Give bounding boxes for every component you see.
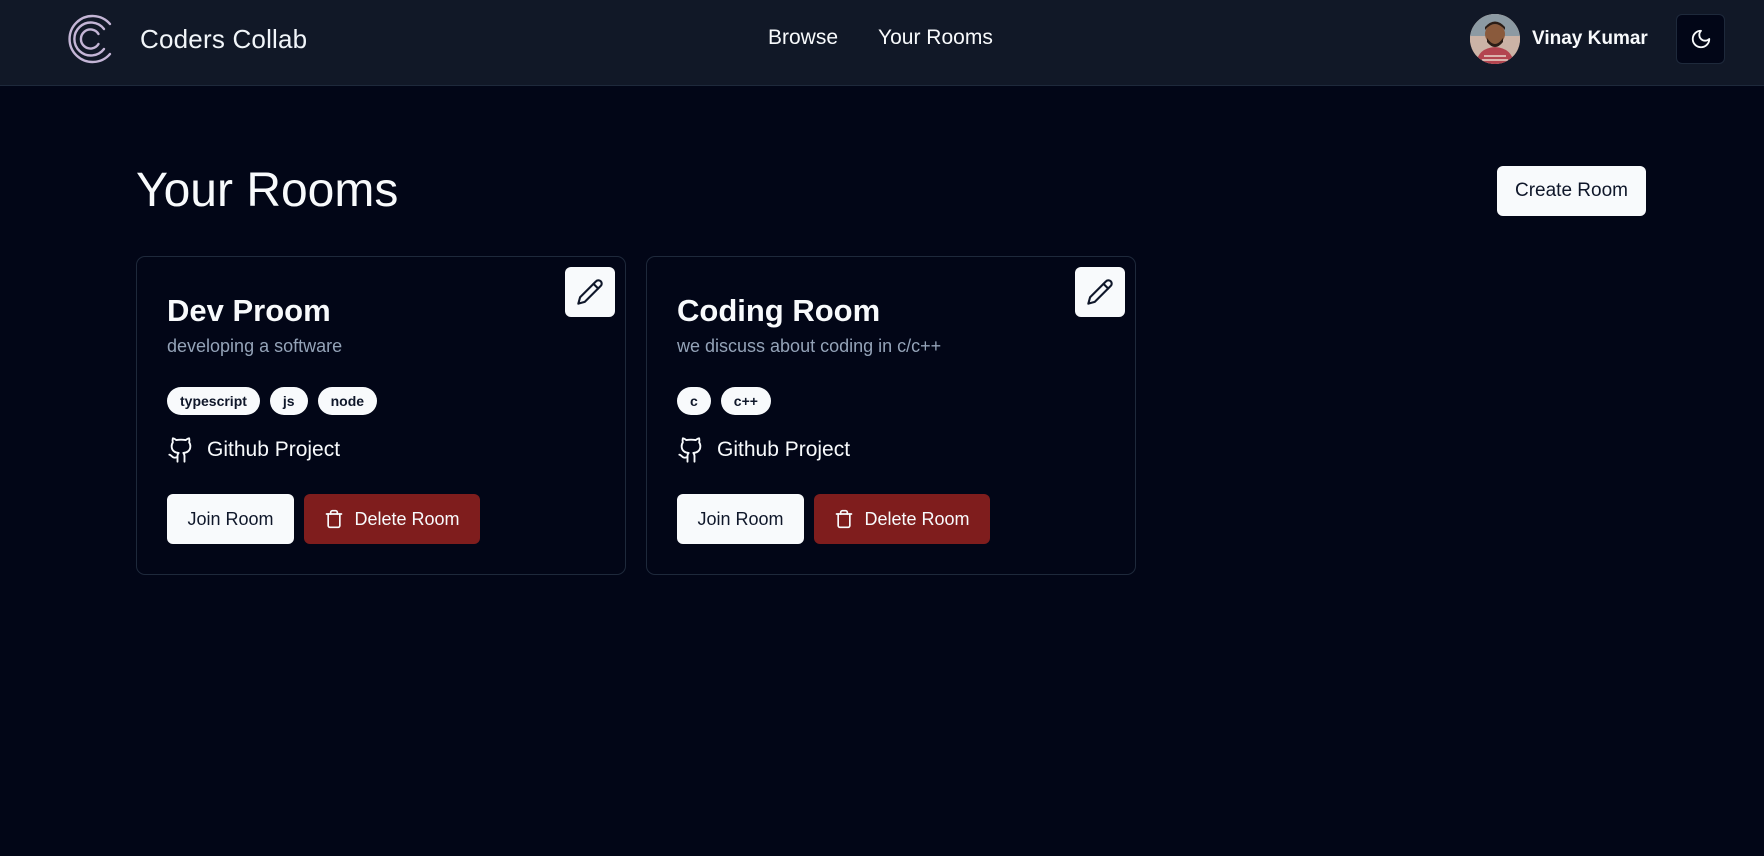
- room-title: Coding Room: [677, 293, 881, 328]
- github-icon: [168, 437, 192, 463]
- join-room-button[interactable]: Join Room: [677, 494, 804, 544]
- room-actions: Join Room Delete Room: [677, 494, 990, 544]
- room-actions: Join Room Delete Room: [167, 494, 480, 544]
- github-project-link[interactable]: Github Project: [677, 435, 850, 465]
- tag-list: c c++: [677, 387, 771, 415]
- delete-room-label: Delete Room: [864, 508, 970, 529]
- edit-room-button[interactable]: [1075, 267, 1125, 317]
- tag-badge[interactable]: c: [677, 387, 711, 415]
- tag-badge[interactable]: c++: [720, 387, 771, 415]
- navbar: Coders Collab Browse Your Rooms Vinay Ku…: [0, 0, 1764, 86]
- delete-room-button[interactable]: Delete Room: [814, 494, 990, 544]
- tag-badge[interactable]: typescript: [167, 387, 260, 415]
- room-title: Dev Proom: [167, 293, 331, 328]
- moon-icon: [1691, 29, 1710, 49]
- tag-badge[interactable]: js: [269, 387, 308, 415]
- create-room-button[interactable]: Create Room: [1497, 166, 1646, 216]
- pencil-icon: [1087, 279, 1113, 305]
- join-room-button[interactable]: Join Room: [167, 494, 294, 544]
- room-description: developing a software: [167, 336, 343, 356]
- user-menu[interactable]: Vinay Kumar: [1470, 14, 1648, 64]
- user-name: Vinay Kumar: [1532, 28, 1648, 49]
- room-card: Coding Room we discuss about coding in c…: [646, 256, 1136, 575]
- theme-toggle-button[interactable]: [1676, 14, 1725, 64]
- github-project-label: Github Project: [207, 438, 341, 461]
- edit-room-button[interactable]: [565, 267, 615, 317]
- trash-icon: [326, 509, 343, 529]
- pencil-icon: [577, 279, 603, 305]
- page-title: Your Rooms: [136, 164, 399, 217]
- tag-list: typescript js node: [167, 387, 378, 415]
- delete-room-button[interactable]: Delete Room: [304, 494, 480, 544]
- delete-room-label: Delete Room: [354, 508, 460, 529]
- github-icon: [678, 437, 702, 463]
- trash-icon: [836, 509, 853, 529]
- brand-link[interactable]: Coders Collab: [66, 10, 307, 68]
- room-card: Dev Proom developing a software typescri…: [136, 256, 626, 575]
- nav-links: Browse Your Rooms: [768, 26, 993, 50]
- room-description: we discuss about coding in c/c++: [677, 336, 942, 356]
- tag-badge[interactable]: node: [317, 387, 378, 415]
- avatar: [1470, 14, 1520, 64]
- nav-link-browse[interactable]: Browse: [768, 26, 838, 50]
- brand-name: Coders Collab: [140, 23, 308, 54]
- github-project-label: Github Project: [717, 438, 851, 461]
- github-project-link[interactable]: Github Project: [167, 435, 340, 465]
- nav-link-your-rooms[interactable]: Your Rooms: [878, 26, 993, 50]
- concentric-c-logo-icon: [68, 14, 112, 64]
